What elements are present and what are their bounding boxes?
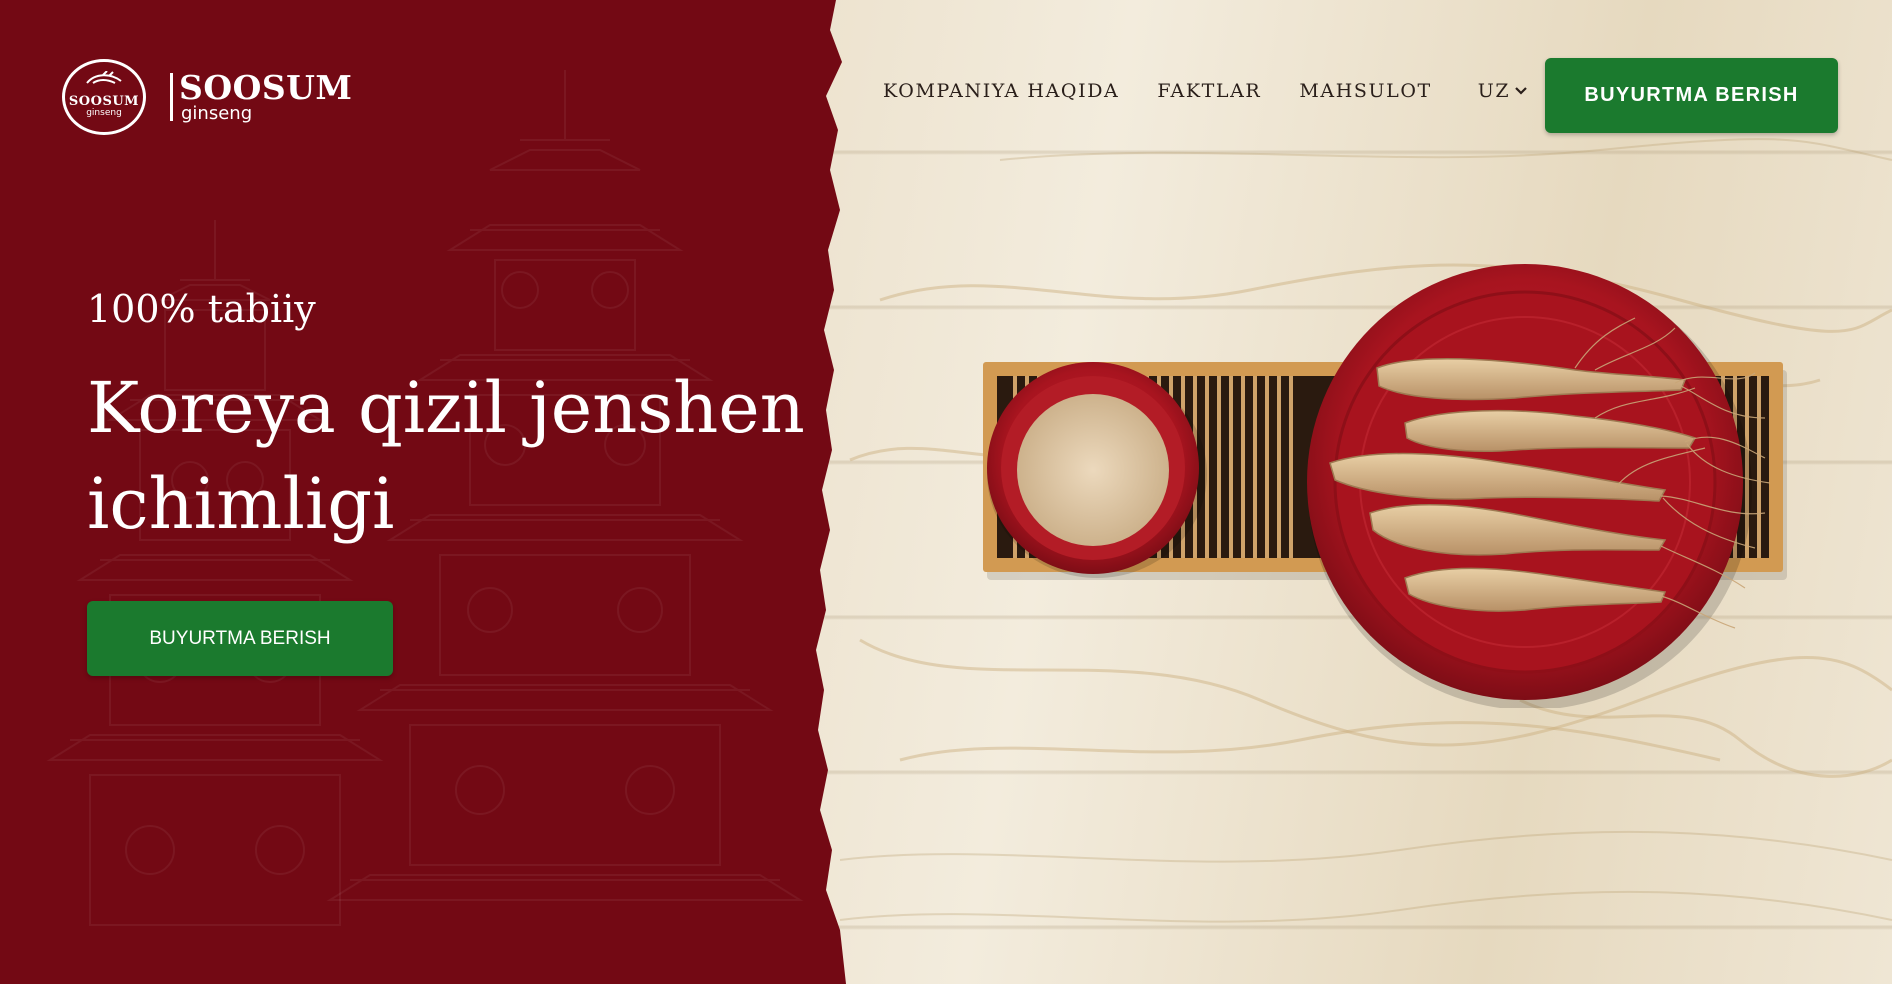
logo-brand-tagline: ginseng [181,103,253,124]
logo-badge: SOOSUM ginseng [62,59,146,135]
hero-kicker: 100% tabiiy [87,287,316,331]
header-order-button[interactable]: BUYURTMA BERISH [1545,58,1838,133]
language-label: UZ [1477,80,1511,102]
nav-item-about[interactable]: KOMPANIYA HAQIDA [883,80,1119,102]
nav-item-product[interactable]: MAHSULOT [1299,80,1431,102]
logo-wordmark: SOOSUM ginseng [179,71,352,123]
logo-badge-tagline: ginseng [86,107,122,118]
language-selector[interactable]: UZ [1478,80,1528,102]
brand-logo[interactable]: SOOSUM ginseng SOOSUM ginseng [62,57,352,137]
ginseng-root-icon [85,69,123,95]
nav-item-facts[interactable]: FAKTLAR [1157,80,1261,102]
logo-brand-name: SOOSUM [179,68,353,107]
logo-badge-name: SOOSUM [68,93,140,109]
hero-order-button[interactable]: BUYURTMA BERISH [87,601,393,676]
hero-headline: Koreya qizil jenshen ichimligi [87,367,805,545]
product-image [975,258,1795,710]
main-nav: KOMPANIYA HAQIDA FAKTLAR MAHSULOT UZ [883,80,1528,102]
chevron-down-icon [1515,87,1527,95]
logo-divider [170,73,173,121]
